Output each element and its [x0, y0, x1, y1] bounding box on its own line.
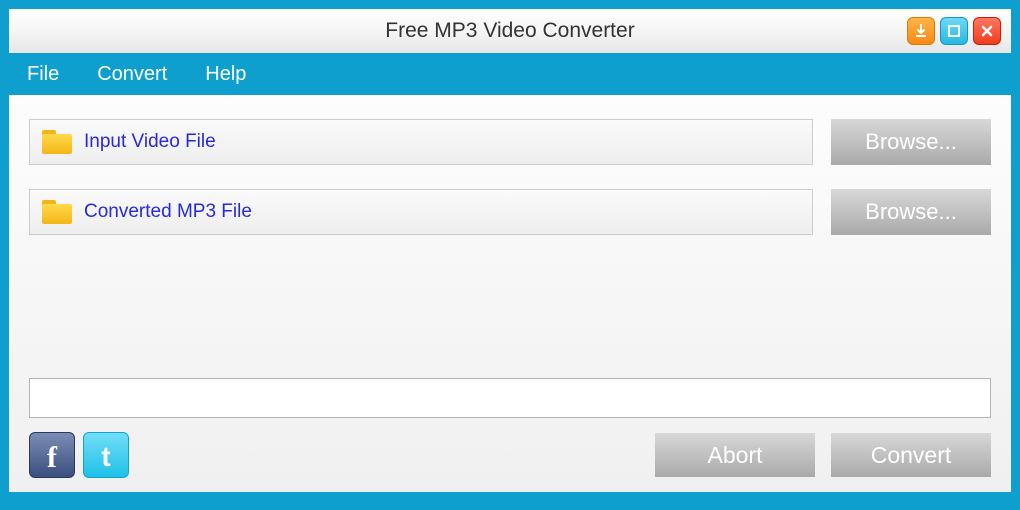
facebook-icon: f — [47, 441, 57, 475]
app-title: Free MP3 Video Converter — [385, 19, 634, 43]
download-button[interactable] — [907, 17, 935, 45]
convert-button[interactable]: Convert — [831, 433, 991, 477]
window-controls — [907, 17, 1001, 45]
app-window: Free MP3 Video Converter File Conve — [0, 0, 1020, 510]
input-file-field[interactable]: Input Video File — [29, 119, 813, 165]
close-button[interactable] — [973, 17, 1001, 45]
bottom-area: f t Abort Convert — [29, 378, 991, 478]
abort-button[interactable]: Abort — [655, 433, 815, 477]
input-file-label: Input Video File — [84, 131, 216, 153]
menu-file[interactable]: File — [21, 59, 65, 90]
close-icon — [980, 24, 994, 38]
titlebar: Free MP3 Video Converter — [9, 9, 1011, 53]
twitter-icon: t — [101, 441, 110, 473]
browse-output-button[interactable]: Browse... — [831, 189, 991, 235]
folder-icon — [42, 200, 72, 224]
social-buttons: f t — [29, 432, 129, 478]
output-file-label: Converted MP3 File — [84, 201, 252, 223]
browse-input-button[interactable]: Browse... — [831, 119, 991, 165]
folder-icon — [42, 130, 72, 154]
output-file-row: Converted MP3 File Browse... — [29, 189, 991, 235]
progress-bar — [29, 378, 991, 418]
input-file-row: Input Video File Browse... — [29, 119, 991, 165]
content-area: Input Video File Browse... Converted MP3… — [9, 95, 1011, 492]
menu-help[interactable]: Help — [199, 59, 252, 90]
file-rows: Input Video File Browse... Converted MP3… — [29, 119, 991, 259]
action-buttons: Abort Convert — [655, 433, 991, 477]
menubar: File Convert Help — [9, 53, 1011, 95]
footer-row: f t Abort Convert — [29, 432, 991, 478]
menu-convert[interactable]: Convert — [91, 59, 173, 90]
maximize-icon — [947, 24, 961, 38]
maximize-button[interactable] — [940, 17, 968, 45]
output-file-field[interactable]: Converted MP3 File — [29, 189, 813, 235]
twitter-button[interactable]: t — [83, 432, 129, 478]
download-icon — [913, 23, 929, 39]
facebook-button[interactable]: f — [29, 432, 75, 478]
